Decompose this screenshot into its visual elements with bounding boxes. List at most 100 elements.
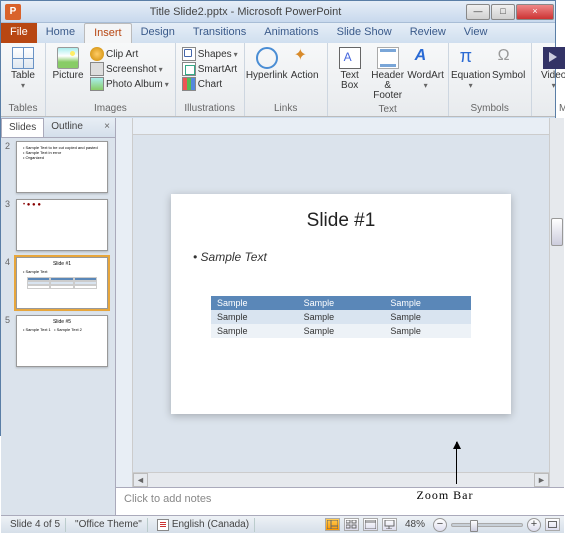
td[interactable]: Sample (298, 310, 385, 324)
tab-file[interactable]: File (1, 23, 37, 43)
thumbnail[interactable]: 5 Slide #5 • Sample Text 1 • Sample Text… (5, 315, 111, 367)
horizontal-scrollbar[interactable]: ◄► (133, 472, 549, 487)
tab-design[interactable]: Design (132, 23, 184, 43)
slide-canvas[interactable]: Slide #1 • Sample Text SampleSampleSampl… (133, 135, 549, 472)
tab-outline[interactable]: Outline (44, 118, 90, 137)
chart-button[interactable]: Chart (182, 77, 238, 91)
view-normal-button[interactable] (325, 518, 340, 531)
tab-view[interactable]: View (455, 23, 497, 43)
thumb-line: • Sample Text (23, 269, 104, 274)
thumbnail[interactable]: 3 • ● ● ● (5, 199, 111, 251)
smartart-button[interactable]: SmartArt (182, 62, 238, 76)
zoom-in-button[interactable]: + (527, 518, 541, 532)
thumb-number: 3 (5, 199, 13, 251)
wordart-button[interactable]: AWordArt▾ (408, 45, 444, 92)
language-button[interactable]: English (Canada) (152, 518, 255, 532)
chevron-down-icon: ▾ (552, 81, 556, 90)
notes-pane[interactable]: Click to add notes (116, 487, 564, 515)
annotation-label: Zoom Bar (414, 488, 476, 503)
group-label: Links (249, 102, 323, 114)
vertical-scrollbar[interactable] (549, 118, 564, 487)
thumb-number: 2 (5, 141, 13, 193)
slide-counter[interactable]: Slide 4 of 5 (5, 518, 66, 532)
tab-transitions[interactable]: Transitions (184, 23, 255, 43)
photoalbum-button[interactable]: Photo Album▾ (90, 77, 169, 91)
slide-title[interactable]: Slide #1 (189, 210, 493, 232)
tab-animations[interactable]: Animations (255, 23, 327, 43)
main-area: Slide #1 • Sample Text SampleSampleSampl… (116, 118, 564, 515)
textbox-label: Text Box (341, 71, 359, 91)
action-button[interactable]: ✦Action (287, 45, 323, 83)
thumb-line: • Sample Text 1 • Sample Text 2 (23, 327, 104, 332)
thumbnail[interactable]: 2 • Sample Text to be cut copied and pas… (5, 141, 111, 193)
tab-insert[interactable]: Insert (84, 23, 132, 43)
zoom-percent[interactable]: 48% (401, 519, 429, 530)
panel-close-button[interactable]: × (99, 118, 115, 137)
clipart-button[interactable]: Clip Art (90, 47, 169, 61)
group-label: Images (50, 102, 171, 114)
maximize-button[interactable]: □ (491, 4, 515, 20)
group-label: Tables (5, 102, 41, 114)
video-button[interactable]: Video▾ (536, 45, 565, 92)
td[interactable]: Sample (211, 324, 298, 338)
th[interactable]: Sample (384, 296, 471, 310)
slide-bullet[interactable]: • Sample Text (193, 250, 493, 264)
symbol-button[interactable]: ΩSymbol (491, 45, 527, 83)
view-sorter-button[interactable] (344, 518, 359, 531)
td[interactable]: Sample (384, 310, 471, 324)
td[interactable]: Sample (211, 310, 298, 324)
current-slide[interactable]: Slide #1 • Sample Text SampleSampleSampl… (171, 194, 511, 414)
picture-button[interactable]: Picture (50, 45, 86, 83)
textbox-button[interactable]: Text Box (332, 45, 368, 93)
hyperlink-button[interactable]: Hyperlink (249, 45, 285, 83)
view-reading-button[interactable] (363, 518, 378, 531)
language-icon (157, 519, 169, 531)
scroll-left-button[interactable]: ◄ (133, 473, 148, 487)
wordart-label: WordArt (407, 71, 444, 81)
td[interactable]: Sample (298, 324, 385, 338)
thumb-dots: • ● ● ● (23, 203, 104, 208)
tab-home[interactable]: Home (37, 23, 84, 43)
screenshot-icon (90, 62, 104, 76)
zoom-slider[interactable] (451, 523, 523, 527)
th[interactable]: Sample (298, 296, 385, 310)
tab-slides[interactable]: Slides (1, 118, 44, 137)
view-slideshow-button[interactable] (382, 518, 397, 531)
video-label: Video (541, 71, 565, 81)
thumbnail-selected[interactable]: 4 Slide #1 • Sample Text (5, 257, 111, 309)
tab-review[interactable]: Review (401, 23, 455, 43)
view-reading-icon (365, 520, 376, 529)
minimize-button[interactable]: — (466, 4, 490, 20)
status-bar: Slide 4 of 5 "Office Theme" English (Can… (1, 515, 564, 533)
thumb-slide[interactable]: • Sample Text to be cut copied and paste… (16, 141, 108, 193)
thumb-slide[interactable]: Slide #5 • Sample Text 1 • Sample Text 2 (16, 315, 108, 367)
headerfooter-label: Header & Footer (370, 71, 406, 101)
scroll-track[interactable] (148, 473, 534, 487)
thumb-number: 4 (5, 257, 13, 309)
td[interactable]: Sample (384, 324, 471, 338)
close-button[interactable]: × (516, 4, 554, 20)
zoom-slider-knob[interactable] (470, 520, 478, 532)
equation-button[interactable]: πEquation▾ (453, 45, 489, 92)
group-label: Symbols (453, 102, 527, 114)
thumb-slide[interactable]: Slide #1 • Sample Text (16, 257, 108, 309)
group-images: Picture Clip Art Screenshot▾ Photo Album… (46, 43, 176, 116)
scroll-right-button[interactable]: ► (534, 473, 549, 487)
group-label: Illustrations (180, 102, 240, 114)
zoom-out-button[interactable]: − (433, 518, 447, 532)
slide-table[interactable]: SampleSampleSample SampleSampleSample Sa… (211, 296, 471, 338)
screenshot-button[interactable]: Screenshot▾ (90, 62, 169, 76)
scroll-thumb[interactable] (551, 218, 563, 246)
th[interactable]: Sample (211, 296, 298, 310)
thumb-slide[interactable]: • ● ● ● (16, 199, 108, 251)
view-sorter-icon (346, 520, 357, 529)
theme-name[interactable]: "Office Theme" (70, 518, 148, 532)
shapes-button[interactable]: Shapes▾ (182, 47, 238, 61)
tab-slideshow[interactable]: Slide Show (328, 23, 401, 43)
slides-panel: Slides Outline × 2 • Sample Text to be c… (1, 118, 116, 515)
thumbnail-list[interactable]: 2 • Sample Text to be cut copied and pas… (1, 138, 115, 515)
zoom-fit-button[interactable] (545, 518, 560, 531)
table-button[interactable]: Table▾ (5, 45, 41, 92)
equation-label: Equation (451, 71, 490, 81)
headerfooter-button[interactable]: Header & Footer (370, 45, 406, 103)
